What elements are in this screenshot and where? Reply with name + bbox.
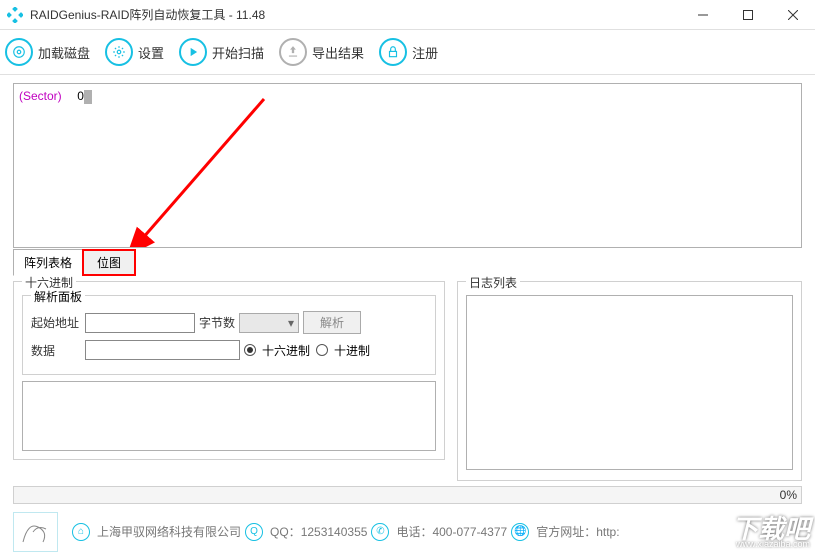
qq-value: 1253140355 [301, 525, 368, 539]
disk-icon [5, 38, 33, 66]
footer-logo [13, 512, 58, 552]
start-address-label: 起始地址 [31, 314, 81, 331]
load-disk-button[interactable]: 加载磁盘 [5, 38, 90, 66]
load-disk-label: 加载磁盘 [38, 43, 90, 62]
sector-label: (Sector) [19, 89, 62, 103]
toolbar: 加载磁盘 设置 开始扫描 导出结果 注册 [0, 30, 815, 75]
start-scan-button[interactable]: 开始扫描 [179, 38, 264, 66]
hex-inner-box[interactable] [22, 381, 436, 451]
website-label: 官方网址： [536, 523, 596, 540]
company-icon: ⌂ [72, 523, 90, 541]
parse-panel-title: 解析面板 [31, 288, 85, 305]
settings-button[interactable]: 设置 [105, 38, 164, 66]
tabs: 阵列表格 位图 [13, 249, 802, 276]
phone-label: 电话： [396, 523, 432, 540]
log-panel: 日志列表 [457, 281, 802, 481]
parse-panel: 解析面板 起始地址 字节数 解析 数据 [22, 295, 436, 375]
phone-value: 400-077-4377 [432, 525, 507, 539]
log-box[interactable] [466, 295, 793, 470]
start-address-input[interactable] [85, 313, 195, 333]
start-scan-label: 开始扫描 [212, 43, 264, 62]
export-result-label: 导出结果 [312, 43, 364, 62]
lock-icon [379, 38, 407, 66]
byte-count-dropdown[interactable] [239, 313, 299, 333]
data-input[interactable] [85, 340, 240, 360]
export-result-button[interactable]: 导出结果 [279, 38, 364, 66]
settings-label: 设置 [138, 43, 164, 62]
main-area: (Sector) 0 阵列表格 位图 十六进制 解析面板 [0, 75, 815, 486]
export-icon [279, 38, 307, 66]
byte-count-label: 字节数 [199, 314, 235, 331]
parse-button[interactable]: 解析 [303, 311, 361, 334]
progress-bar: 0% [13, 486, 802, 504]
tab-array-table[interactable]: 阵列表格 [13, 249, 83, 276]
cursor [84, 90, 92, 104]
data-label: 数据 [31, 342, 81, 359]
phone-icon: ✆ [371, 523, 389, 541]
play-icon [179, 38, 207, 66]
app-icon [7, 7, 23, 23]
hex-panel: 十六进制 解析面板 起始地址 字节数 解析 [13, 281, 445, 460]
radix-dec-radio[interactable] [316, 344, 328, 356]
website-value: http: [596, 525, 619, 539]
minimize-button[interactable] [680, 0, 725, 30]
hex-view[interactable]: (Sector) 0 [13, 83, 802, 248]
web-icon: 🌐 [511, 523, 529, 541]
annotation-arrow [124, 94, 274, 248]
window-title: RAIDGenius-RAID阵列自动恢复工具 - 11.48 [30, 6, 265, 23]
watermark-sub: www.xiazaiba.com [736, 539, 810, 549]
radix-hex-label: 十六进制 [262, 342, 310, 359]
radix-dec-label: 十进制 [334, 342, 370, 359]
close-button[interactable] [770, 0, 815, 30]
tab-bitmap[interactable]: 位图 [82, 249, 136, 276]
radix-hex-radio[interactable] [244, 344, 256, 356]
register-label: 注册 [412, 43, 438, 62]
register-button[interactable]: 注册 [379, 38, 438, 66]
sector-value: 0 [77, 89, 84, 103]
titlebar: RAIDGenius-RAID阵列自动恢复工具 - 11.48 [0, 0, 815, 30]
log-panel-title: 日志列表 [466, 274, 520, 291]
qq-icon: Q [245, 523, 263, 541]
qq-label: QQ： [270, 523, 301, 540]
maximize-button[interactable] [725, 0, 770, 30]
company-name: 上海甲驭网络科技有限公司 [97, 523, 241, 540]
progress-text: 0% [780, 488, 797, 502]
gear-icon [105, 38, 133, 66]
